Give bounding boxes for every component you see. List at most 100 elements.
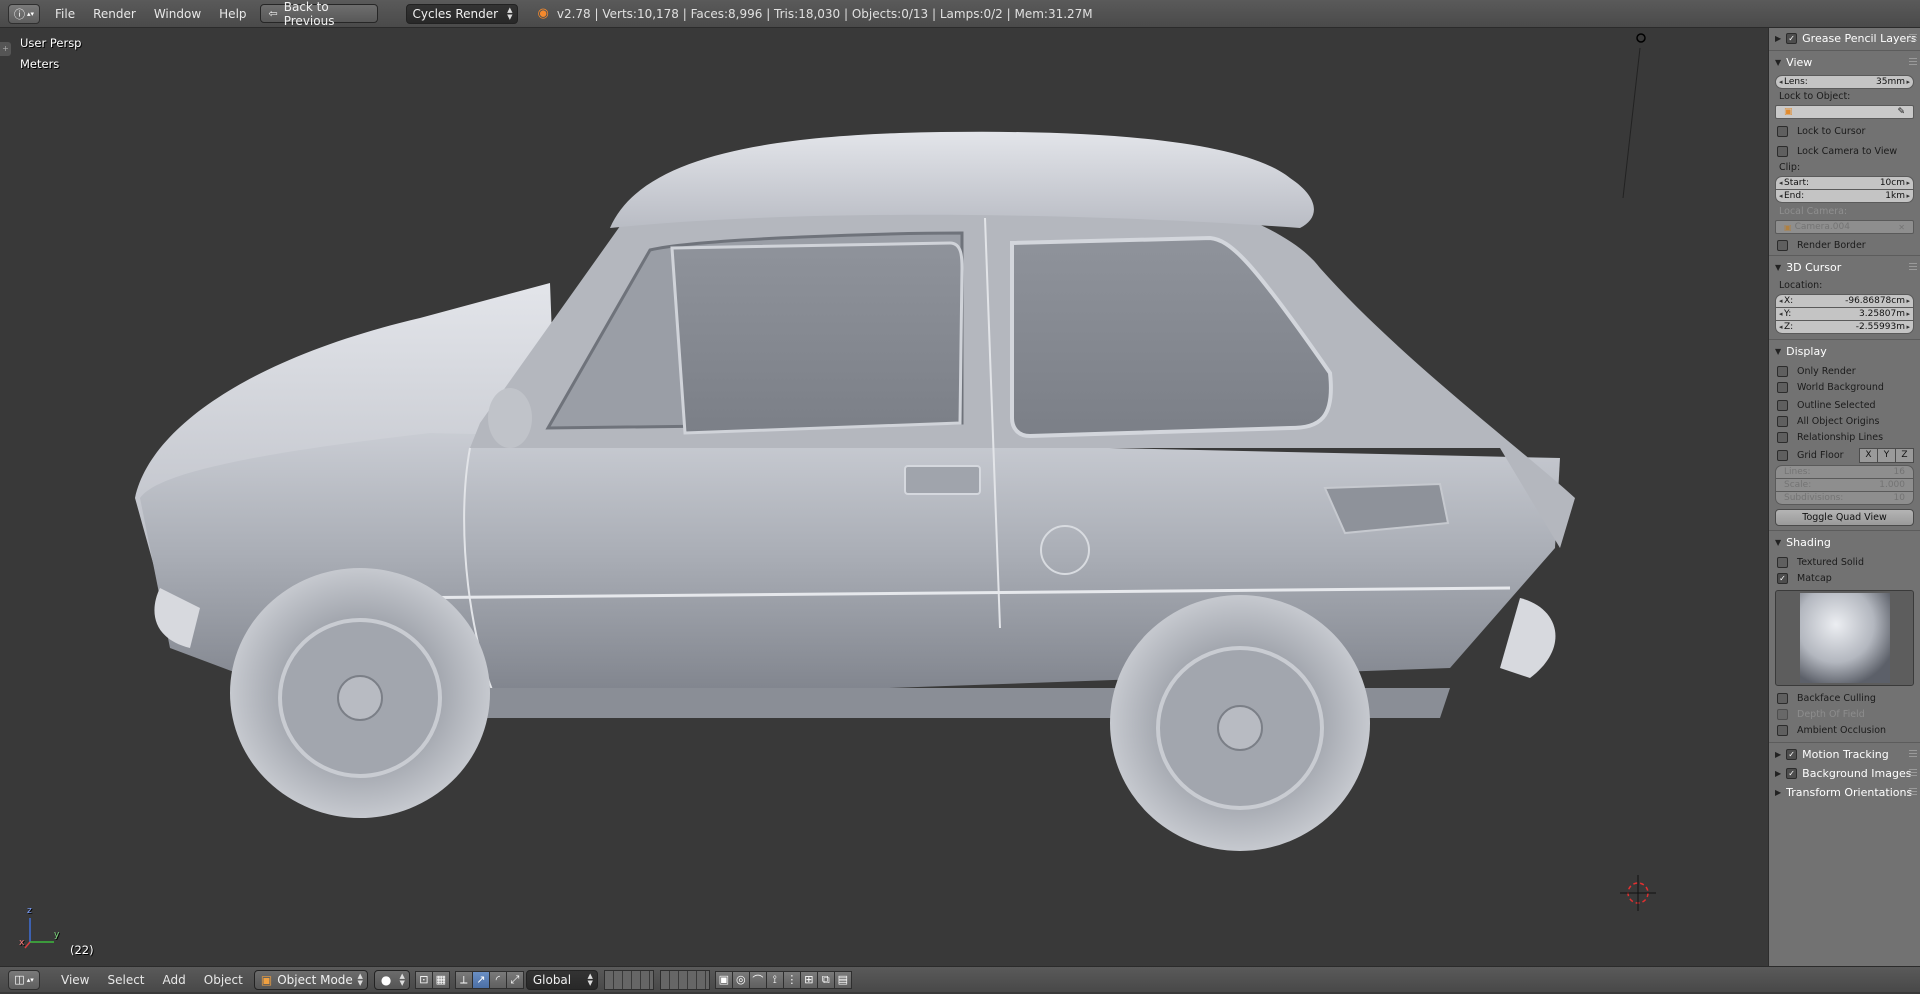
proportional-edit-icon[interactable]: ◎ (731, 970, 750, 989)
textured-solid-checkbox[interactable] (1777, 556, 1788, 568)
relationship-lines-toggle[interactable]: Relationship Lines (1769, 429, 1920, 445)
grid-axis-x-button[interactable]: X (1859, 447, 1878, 463)
editor-type-3dview-button[interactable]: ◫ ▴▾ (8, 969, 40, 990)
cursor-z-field[interactable]: ◂ Z: -2.55993m ▸ (1775, 320, 1914, 334)
menu-add[interactable]: Add (154, 966, 195, 994)
drag-grip-icon[interactable] (1909, 769, 1917, 777)
scene-layers-grid-2[interactable] (659, 969, 710, 990)
snap-toggle-icon[interactable]: ⟟ (765, 970, 784, 989)
grease-pencil-checkbox[interactable]: ✓ (1786, 33, 1798, 44)
opengl-render-icon[interactable]: ⧉ (816, 970, 835, 989)
render-border-checkbox[interactable] (1777, 239, 1788, 251)
panel-display[interactable]: ▼ Display (1769, 342, 1920, 361)
drag-grip-icon[interactable] (1909, 58, 1917, 66)
3d-cursor-icon[interactable] (1618, 873, 1658, 913)
cursor-y-value: 3.25807m (1859, 309, 1905, 319)
menu-render[interactable]: Render (84, 0, 145, 28)
grid-axis-buttons: X Y Z (1859, 447, 1914, 463)
backface-culling-toggle[interactable]: Backface Culling (1769, 690, 1920, 706)
snap-element-icon[interactable]: ⋮ (782, 970, 801, 989)
scale-manipulator-icon[interactable]: ⤢ (505, 970, 524, 989)
viewport-shading-dropdown[interactable]: ● ▲ ▼ (373, 969, 410, 990)
lock-to-cursor-toggle[interactable]: Lock to Cursor (1769, 123, 1920, 139)
only-render-checkbox[interactable] (1777, 365, 1788, 377)
menu-select[interactable]: Select (98, 966, 153, 994)
editor-type-button[interactable]: ⓘ ▴▾ (8, 3, 40, 24)
cursor-x-field[interactable]: ◂ X: -96.86878cm ▸ (1775, 294, 1914, 308)
toggle-quad-view-button[interactable]: Toggle Quad View (1775, 509, 1914, 526)
menu-window[interactable]: Window (145, 0, 210, 28)
grid-axis-z-button[interactable]: Z (1895, 447, 1914, 463)
cursor-y-field[interactable]: ◂ Y: 3.25807m ▸ (1775, 307, 1914, 321)
drag-grip-icon[interactable] (1909, 263, 1917, 271)
menu-view[interactable]: View (52, 966, 98, 994)
panel-view[interactable]: ▼ View (1769, 53, 1920, 72)
menu-object[interactable]: Object (195, 966, 252, 994)
eyedropper-icon[interactable]: ✎ (1897, 107, 1905, 117)
clip-start-field[interactable]: ◂ Start: 10cm ▸ (1775, 176, 1914, 190)
background-images-checkbox[interactable]: ✓ (1786, 768, 1798, 779)
drag-grip-icon[interactable] (1909, 34, 1917, 42)
lock-object-field[interactable]: ▣ ✎ (1775, 105, 1914, 119)
clip-end-field[interactable]: ◂ End: 1km ▸ (1775, 189, 1914, 203)
ambient-occlusion-checkbox[interactable] (1777, 724, 1788, 736)
car-model[interactable] (0, 28, 1768, 966)
grid-floor-checkbox[interactable] (1777, 449, 1788, 461)
world-background-toggle[interactable]: World Background (1769, 379, 1920, 395)
grid-floor-toggle[interactable]: Grid Floor X Y Z (1769, 447, 1920, 463)
grid-lines-field[interactable]: Lines: 16 (1775, 465, 1914, 479)
panel-shading[interactable]: ▼ Shading (1769, 533, 1920, 552)
relationship-lines-checkbox[interactable] (1777, 431, 1788, 443)
grid-scale-value: 1.000 (1879, 480, 1905, 490)
backface-culling-checkbox[interactable] (1777, 692, 1788, 704)
grid-scale-field[interactable]: Scale: 1.000 (1775, 478, 1914, 492)
pivot-point-icon[interactable]: ⊡ (414, 970, 433, 989)
lock-camera-toggle[interactable]: Lock Camera to View (1769, 143, 1920, 159)
grid-subdivisions-field[interactable]: Subdivisions: 10 (1775, 491, 1914, 505)
scene-layers-grid-1[interactable] (603, 969, 654, 990)
all-object-origins-checkbox[interactable] (1777, 415, 1788, 427)
layer-visibility-icon[interactable]: ▦ (431, 970, 450, 989)
render-engine-dropdown[interactable]: Cycles Render ▲ ▼ (405, 3, 518, 24)
3d-viewport[interactable]: + User Persp Meters z y x (22) (0, 28, 1768, 966)
rotate-manipulator-icon[interactable]: ◜ (488, 970, 507, 989)
drag-grip-icon[interactable] (1909, 788, 1917, 796)
interaction-mode-dropdown[interactable]: ▣ Object Mode ▲ ▼ (253, 969, 368, 990)
proportional-falloff-icon[interactable]: ⌒ (748, 970, 767, 989)
motion-tracking-checkbox[interactable]: ✓ (1786, 749, 1798, 760)
depth-of-field-label: Depth Of Field (1797, 708, 1865, 720)
matcap-preview[interactable] (1775, 590, 1914, 686)
panel-transform-orientations[interactable]: ▶ Transform Orientations (1769, 783, 1920, 802)
matcap-checkbox[interactable]: ✓ (1777, 572, 1788, 584)
panel-grease-pencil[interactable]: ▶ ✓ Grease Pencil Layers (1769, 29, 1920, 48)
ambient-occlusion-toggle[interactable]: Ambient Occlusion (1769, 722, 1920, 738)
all-object-origins-toggle[interactable]: All Object Origins (1769, 413, 1920, 429)
lock-to-cursor-checkbox[interactable] (1777, 125, 1788, 137)
transform-orientation-dropdown[interactable]: Global ▲ ▼ (525, 969, 598, 990)
manipulator-toggle-icon[interactable]: ⟂ (454, 970, 473, 989)
outline-selected-toggle[interactable]: Outline Selected (1769, 397, 1920, 413)
lamp-marker-icon[interactable] (1620, 28, 1660, 228)
snap-target-icon[interactable]: ⊞ (799, 970, 818, 989)
grid-axis-y-button[interactable]: Y (1877, 447, 1896, 463)
drag-grip-icon[interactable] (1909, 750, 1917, 758)
menu-file[interactable]: File (46, 0, 84, 28)
clear-icon: ✕ (1898, 222, 1905, 232)
translate-manipulator-icon[interactable]: ↗ (471, 970, 490, 989)
render-border-toggle[interactable]: Render Border (1769, 237, 1920, 253)
matcap-toggle[interactable]: ✓ Matcap (1769, 570, 1920, 586)
layer-lock-icon[interactable]: ▣ (714, 970, 733, 989)
panel-motion-tracking[interactable]: ▶ ✓ Motion Tracking (1769, 745, 1920, 764)
world-background-checkbox[interactable] (1777, 381, 1788, 393)
textured-solid-toggle[interactable]: Textured Solid (1769, 554, 1920, 570)
lock-camera-checkbox[interactable] (1777, 145, 1788, 157)
lens-field[interactable]: ◂ Lens: 35mm ▸ (1775, 75, 1914, 89)
panel-background-images[interactable]: ▶ ✓ Background Images (1769, 764, 1920, 783)
opengl-animation-icon[interactable]: ▤ (833, 970, 852, 989)
menu-help[interactable]: Help (210, 0, 255, 28)
dropdown-arrows-icon: ▲ ▼ (507, 5, 513, 21)
panel-3d-cursor[interactable]: ▼ 3D Cursor (1769, 258, 1920, 277)
back-to-previous-button[interactable]: ⇦ Back to Previous (259, 0, 378, 28)
only-render-toggle[interactable]: Only Render (1769, 363, 1920, 379)
outline-selected-checkbox[interactable] (1777, 399, 1788, 411)
